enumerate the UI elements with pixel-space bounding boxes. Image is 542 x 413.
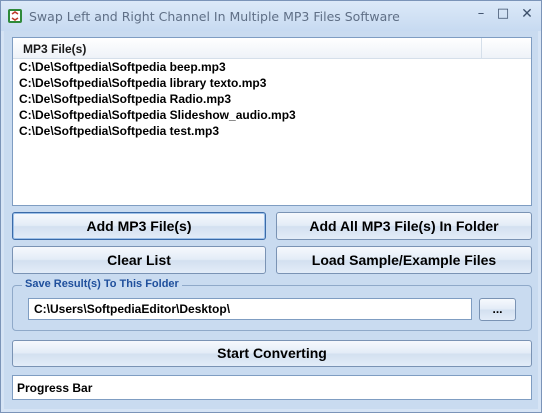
close-icon[interactable]: ✕ xyxy=(517,6,537,22)
save-folder-label: Save Result(s) To This Folder xyxy=(22,278,182,290)
clear-list-button[interactable]: Clear List xyxy=(12,246,266,274)
list-item[interactable]: C:\De\Softpedia\Softpedia Radio.mp3 xyxy=(13,91,531,107)
app-window: Swap Left and Right Channel In Multiple … xyxy=(0,0,542,413)
app-icon xyxy=(7,8,23,24)
column-header-label: MP3 File(s) xyxy=(23,42,87,56)
window-title: Swap Left and Right Channel In Multiple … xyxy=(29,9,400,24)
list-item[interactable]: C:\De\Softpedia\Softpedia library texto.… xyxy=(13,75,531,91)
progress-label: Progress Bar xyxy=(17,381,93,395)
progress-bar: Progress Bar xyxy=(12,375,532,400)
load-samples-button[interactable]: Load Sample/Example Files xyxy=(276,246,532,274)
list-item[interactable]: C:\De\Softpedia\Softpedia Slideshow_audi… xyxy=(13,107,531,123)
list-item[interactable]: C:\De\Softpedia\Softpedia beep.mp3 xyxy=(13,59,531,75)
add-mp3-files-button[interactable]: Add MP3 File(s) xyxy=(12,212,266,240)
output-folder-field[interactable]: C:\Users\SoftpediaEditor\Desktop\ xyxy=(28,298,472,320)
browse-folder-button[interactable]: ... xyxy=(479,298,516,321)
minimize-icon[interactable]: – xyxy=(471,6,491,22)
list-rows: C:\De\Softpedia\Softpedia beep.mp3 C:\De… xyxy=(13,59,531,139)
list-item[interactable]: C:\De\Softpedia\Softpedia test.mp3 xyxy=(13,123,531,139)
add-folder-button[interactable]: Add All MP3 File(s) In Folder xyxy=(276,212,532,240)
client-area: MP3 File(s) C:\De\Softpedia\Softpedia be… xyxy=(4,31,538,409)
column-header-mp3-files[interactable]: MP3 File(s) xyxy=(13,38,482,58)
start-converting-button[interactable]: Start Converting xyxy=(12,340,532,367)
list-header: MP3 File(s) xyxy=(13,38,531,59)
maximize-icon[interactable]: □ xyxy=(493,6,513,22)
mp3-file-list[interactable]: MP3 File(s) C:\De\Softpedia\Softpedia be… xyxy=(12,37,532,206)
title-bar[interactable]: Swap Left and Right Channel In Multiple … xyxy=(1,1,541,31)
